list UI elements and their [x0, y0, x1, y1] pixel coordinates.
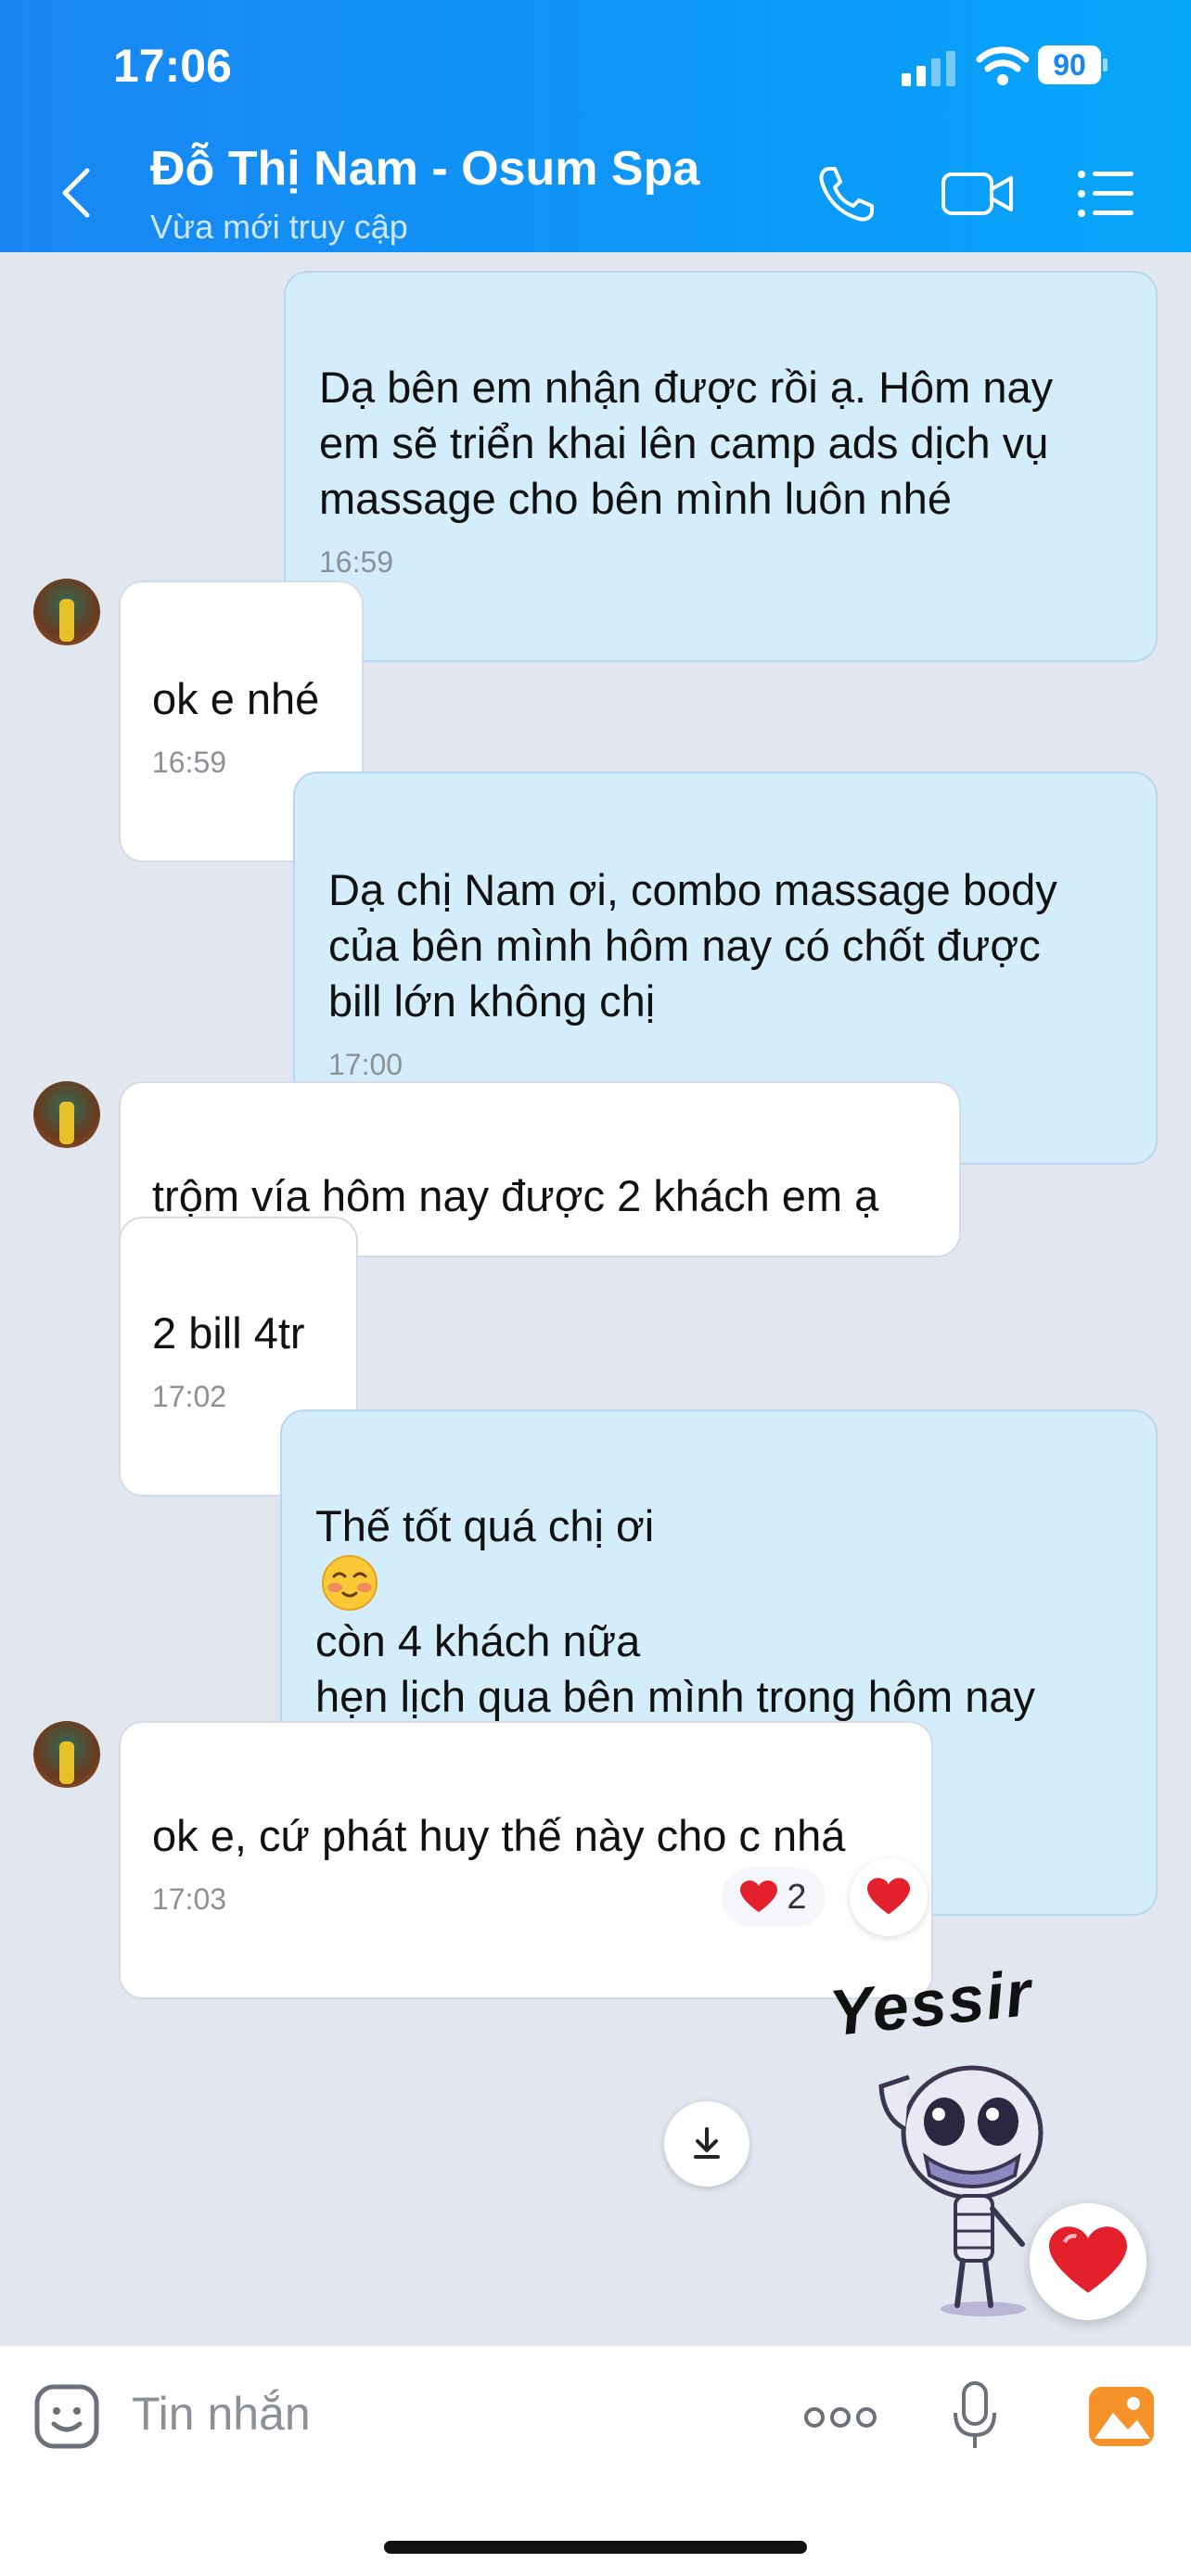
- contact-status: Vừa mới truy cập: [150, 208, 408, 246]
- sticker-emoji-icon[interactable]: [33, 2383, 100, 2450]
- message-bubble-incoming[interactable]: ok e, cứ phát huy thế này cho c nhá 17:0…: [119, 1721, 933, 1999]
- cellular-signal-icon: [902, 51, 955, 86]
- heart-icon: [1049, 2226, 1127, 2293]
- battery-icon: 90: [1037, 45, 1108, 85]
- contact-avatar[interactable]: [33, 579, 100, 645]
- message-text: Dạ bên em nhận được rồi ạ. Hôm nay em sẽ…: [319, 363, 1054, 523]
- message-text: Dạ chị Nam ơi, combo massage body của bê…: [328, 865, 1057, 1026]
- battery-level: 90: [1053, 48, 1086, 82]
- heart-icon: [867, 1878, 910, 1915]
- message-time: 16:59: [319, 545, 394, 579]
- message-input-bar: Tin nhắn: [0, 2346, 1191, 2576]
- message-text: ok e nhé: [152, 674, 320, 723]
- back-arrow-icon[interactable]: [58, 165, 95, 221]
- microphone-icon[interactable]: [952, 2381, 998, 2452]
- contact-avatar[interactable]: [33, 1081, 100, 1148]
- heart-icon: [740, 1881, 778, 1912]
- more-options-icon[interactable]: [803, 2404, 877, 2431]
- react-heart-button[interactable]: [850, 1858, 928, 1936]
- message-text: trộm vía hôm nay được 2 khách em ạ: [152, 1171, 879, 1220]
- video-call-icon[interactable]: [941, 163, 1015, 224]
- contact-name[interactable]: Đỗ Thị Nam - Osum Spa: [150, 141, 699, 197]
- scroll-to-bottom-button[interactable]: [664, 2101, 749, 2187]
- message-text: ok e, cứ phát huy thế này cho c nhá: [152, 1811, 846, 1860]
- download-arrow-icon: [694, 2127, 720, 2159]
- reaction-count: 2: [787, 1877, 807, 1917]
- phone-call-icon[interactable]: [816, 163, 877, 224]
- message-bubble-outgoing[interactable]: Dạ bên em nhận được rồi ạ. Hôm nay em sẽ…: [284, 271, 1158, 662]
- photo-gallery-icon[interactable]: [1087, 2385, 1156, 2448]
- chat-header: 17:06 90 Đỗ Thị Nam - Osum Spa Vừa mới t…: [0, 0, 1191, 252]
- message-text: 2 bill 4tr: [152, 1308, 305, 1358]
- wifi-icon: [976, 46, 1030, 85]
- blushing-smile-emoji-icon: [322, 1555, 378, 1611]
- message-input[interactable]: Tin nhắn: [132, 2387, 311, 2441]
- quick-heart-button[interactable]: [1030, 2203, 1146, 2320]
- status-time: 17:06: [113, 40, 232, 92]
- reaction-summary[interactable]: 2: [722, 1868, 826, 1927]
- message-time: 17:00: [328, 1048, 403, 1081]
- contact-avatar[interactable]: [33, 1721, 100, 1788]
- message-text: Thế tốt quá chị ơi: [315, 1501, 655, 1550]
- home-indicator: [384, 2541, 807, 2554]
- menu-list-icon[interactable]: [1076, 163, 1137, 224]
